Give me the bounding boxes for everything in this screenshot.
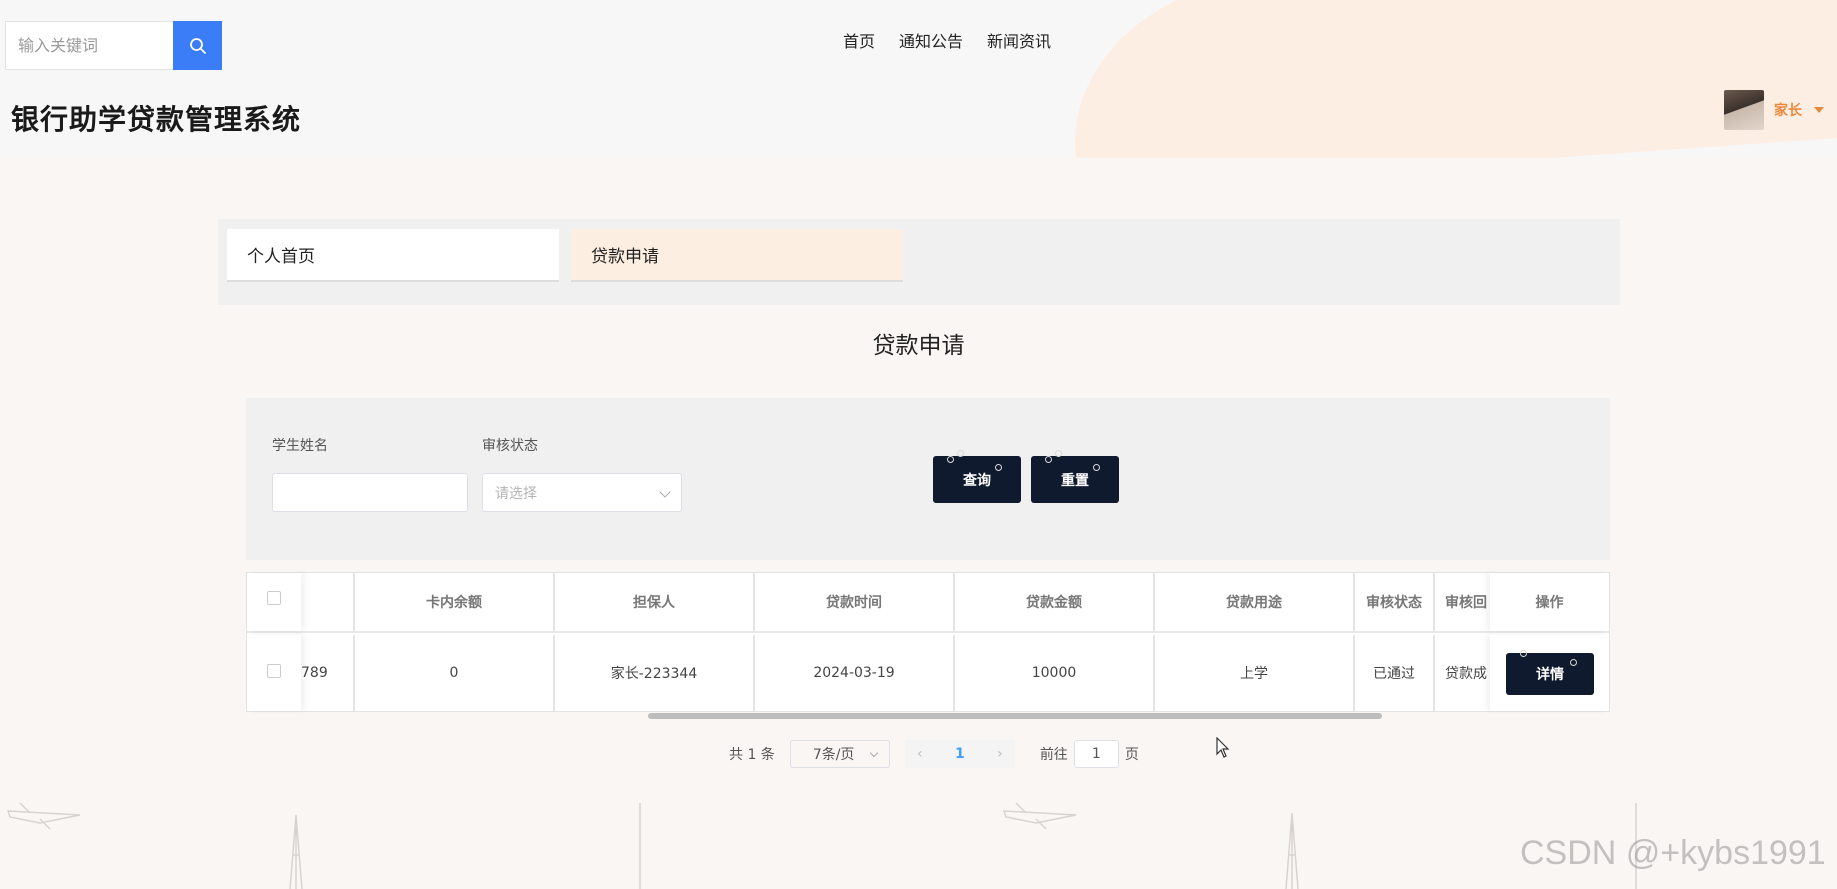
goto-prefix: 前往 xyxy=(1039,747,1068,763)
header-cell-purpose: 贷款用途 xyxy=(1155,573,1355,631)
reset-button[interactable]: 重置 xyxy=(1031,450,1119,503)
search-input[interactable] xyxy=(5,21,173,70)
header-cell-partial xyxy=(301,573,355,631)
table-header: 卡内余额 担保人 贷款时间 贷款金额 贷款用途 审核状态 审核回 操作 xyxy=(247,573,1609,633)
table-row: 789 0 家长-223344 2024-03-19 10000 上学 已通过 … xyxy=(247,635,1609,711)
mouse-cursor-icon xyxy=(1216,737,1230,758)
prev-page-icon[interactable]: ‹ xyxy=(905,740,935,768)
detail-button-label: 详情 xyxy=(1536,667,1564,683)
tab-bar: 个人首页 贷款申请 xyxy=(218,219,1620,305)
header-action-cell: 操作 xyxy=(1490,573,1609,631)
site-header: 首页 通知公告 新闻资讯 银行助学贷款管理系统 家长 xyxy=(0,0,1837,158)
query-button-label: 查询 xyxy=(963,472,991,489)
query-button[interactable]: 查询 xyxy=(933,450,1021,503)
cell-status: 已通过 xyxy=(1355,635,1435,711)
reset-button-label: 重置 xyxy=(1061,472,1089,489)
detail-button[interactable]: 详情 xyxy=(1506,650,1594,695)
tab-personal-home[interactable]: 个人首页 xyxy=(227,229,559,282)
filter-panel: 学生姓名 审核状态 请选择 查询 重置 xyxy=(246,398,1610,560)
header-cell-amount: 贷款金额 xyxy=(955,573,1155,631)
cell-balance: 0 xyxy=(355,635,555,711)
top-nav: 首页 通知公告 新闻资讯 xyxy=(843,28,1051,52)
status-select-placeholder: 请选择 xyxy=(495,485,537,502)
page-size-value: 7条/页 xyxy=(812,747,855,763)
chevron-down-icon xyxy=(659,486,671,498)
tab-loan-application[interactable]: 贷款申请 xyxy=(571,229,903,282)
row-checkbox[interactable] xyxy=(267,664,281,678)
goto-suffix: 页 xyxy=(1124,747,1139,763)
pagination-total: 共 1 条 xyxy=(729,747,775,763)
caret-down-icon[interactable] xyxy=(1814,107,1824,113)
student-name-input[interactable] xyxy=(272,473,468,512)
user-menu[interactable]: 家长 xyxy=(1724,90,1824,130)
cell-partial: 789 xyxy=(301,635,355,711)
status-select[interactable]: 请选择 xyxy=(482,473,682,512)
next-page-icon[interactable]: › xyxy=(985,740,1015,768)
search-button[interactable] xyxy=(173,21,222,70)
nav-news[interactable]: 新闻资讯 xyxy=(987,28,1051,52)
row-select-cell xyxy=(247,635,301,711)
ripple-dot xyxy=(1520,650,1527,657)
ripple-dot xyxy=(1055,450,1062,457)
table-horizontal-scrollbar[interactable] xyxy=(648,713,1382,719)
header-cell-loan-time: 贷款时间 xyxy=(755,573,955,631)
ripple-dot xyxy=(1045,456,1052,463)
header-cell-action: 操作 xyxy=(1535,595,1564,611)
search-icon xyxy=(189,37,206,54)
ripple-dot xyxy=(995,464,1002,471)
ripple-dot xyxy=(957,450,964,457)
site-title: 银行助学贷款管理系统 xyxy=(11,103,302,136)
cell-purpose: 上学 xyxy=(1155,635,1355,711)
goto-page-input[interactable] xyxy=(1073,740,1119,768)
cell-reply: 贷款成 xyxy=(1435,635,1495,711)
select-all-checkbox[interactable] xyxy=(267,591,281,605)
nav-home[interactable]: 首页 xyxy=(843,28,875,52)
header-select-cell xyxy=(247,573,301,631)
nav-notices[interactable]: 通知公告 xyxy=(899,28,963,52)
header-cell-status: 审核状态 xyxy=(1355,573,1435,631)
avatar[interactable] xyxy=(1724,90,1764,130)
search-box xyxy=(5,21,222,70)
ripple-dot xyxy=(947,456,954,463)
ripple-dot xyxy=(1570,659,1577,666)
page-title: 贷款申请 xyxy=(872,333,965,359)
pagination: 共 1 条 7条/页 ‹ 1 › 前往 页 xyxy=(729,740,1139,768)
header-cell-guarantor: 担保人 xyxy=(555,573,755,631)
loan-table: 卡内余额 担保人 贷款时间 贷款金额 贷款用途 审核状态 审核回 操作 789 … xyxy=(246,572,1610,712)
watermark: CSDN @+kybs1991 xyxy=(1520,834,1826,872)
status-label: 审核状态 xyxy=(482,438,538,454)
ripple-dot xyxy=(1093,464,1100,471)
cell-guarantor: 家长-223344 xyxy=(555,635,755,711)
row-action-cell: 详情 xyxy=(1490,635,1609,711)
cell-amount: 10000 xyxy=(955,635,1155,711)
user-name[interactable]: 家长 xyxy=(1774,100,1802,120)
student-name-label: 学生姓名 xyxy=(272,438,328,454)
page-number[interactable]: 1 xyxy=(935,740,985,768)
cell-loan-time: 2024-03-19 xyxy=(755,635,955,711)
header-decoration xyxy=(1064,0,1837,158)
page-nav: ‹ 1 › xyxy=(904,740,1015,768)
chevron-down-icon xyxy=(869,748,879,758)
header-cell-reply: 审核回 xyxy=(1435,573,1495,631)
header-cell-balance: 卡内余额 xyxy=(355,573,555,631)
page-size-select[interactable]: 7条/页 xyxy=(789,740,890,768)
